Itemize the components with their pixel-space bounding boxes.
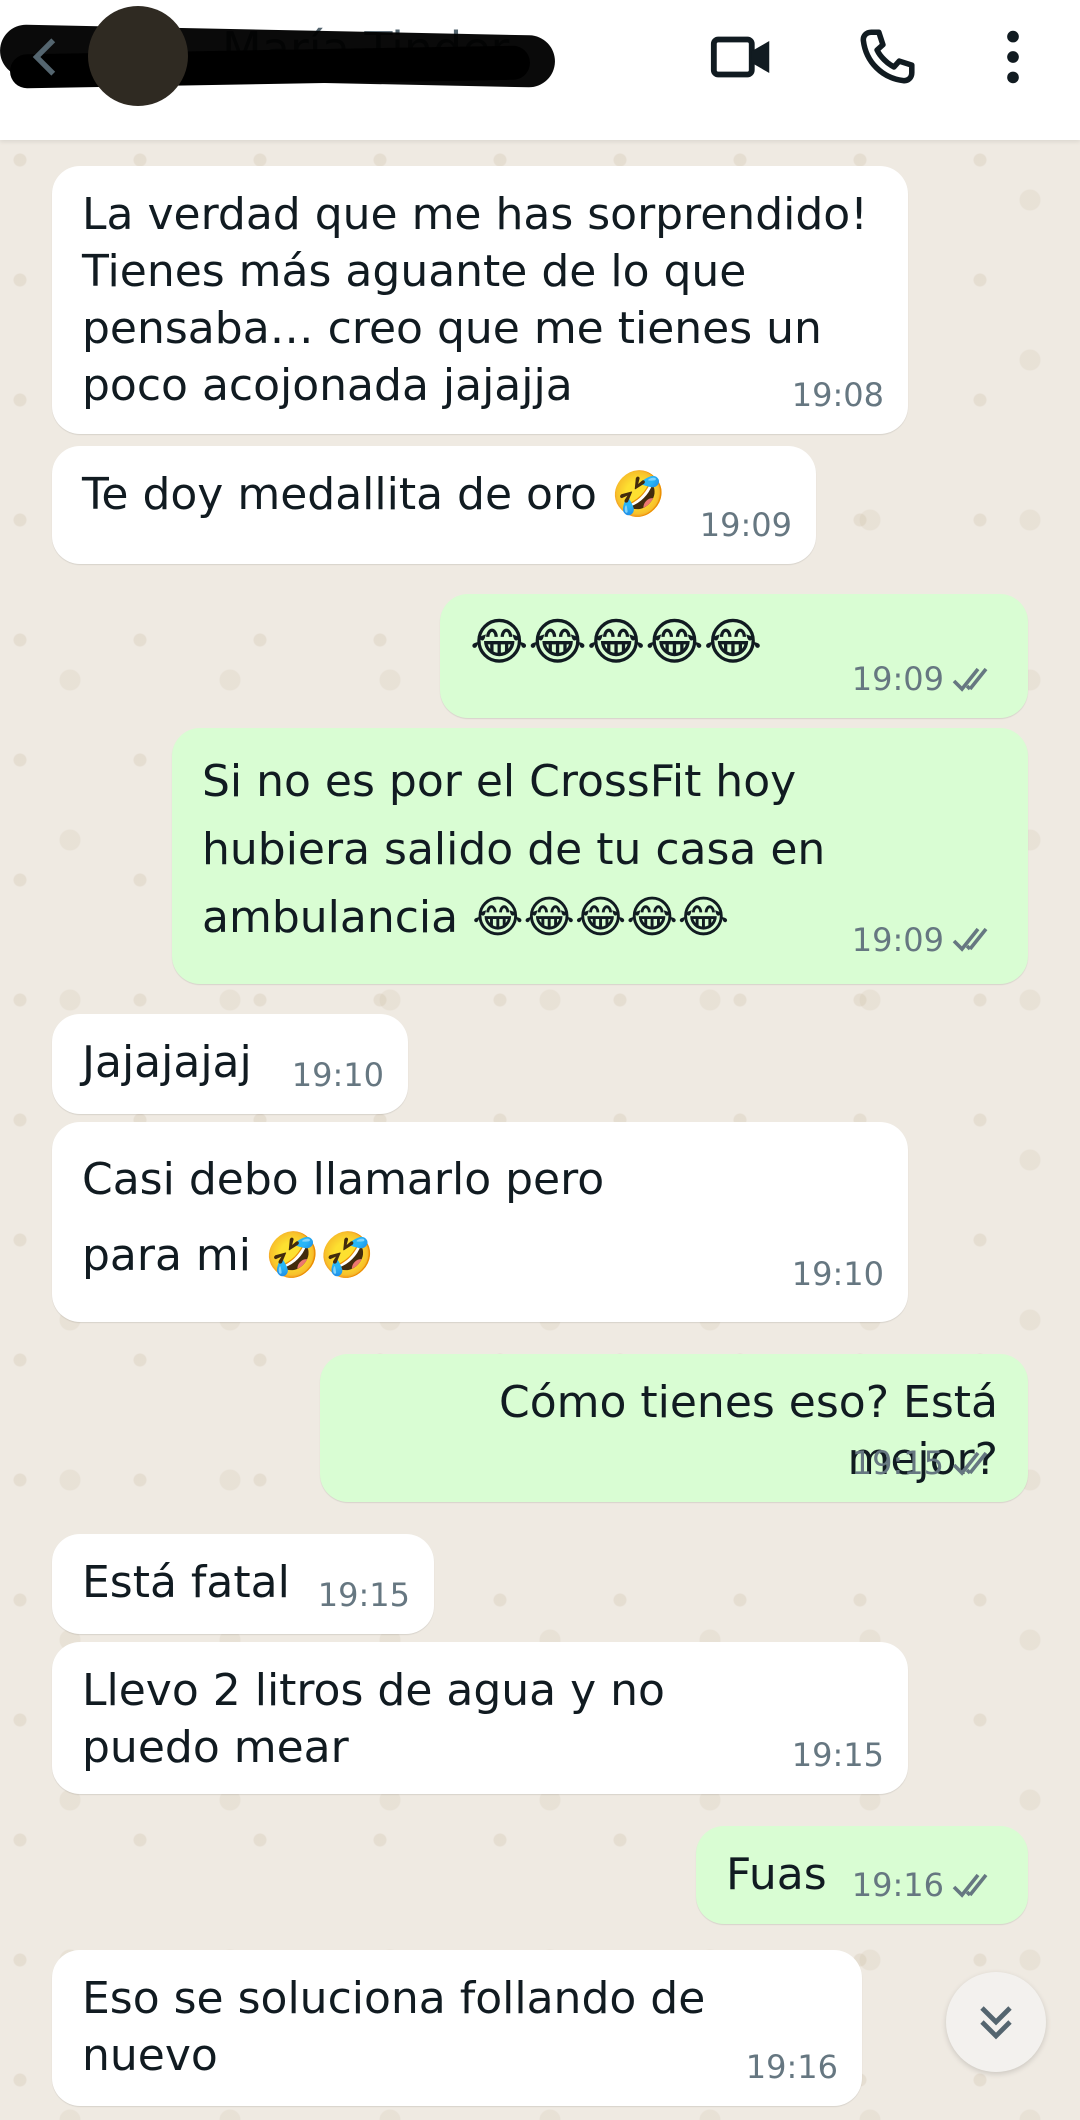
avatar[interactable] <box>88 6 188 106</box>
voice-call-icon[interactable] <box>852 22 922 92</box>
message-bubble-incoming[interactable]: La verdad que me has sorprendido! Tienes… <box>52 166 908 434</box>
double-chevron-down-icon <box>980 2006 1012 2040</box>
message-bubble-incoming[interactable]: Casi debo llamarlo pero para mi 🤣🤣 19:10 <box>52 1122 908 1322</box>
message-bubble-incoming[interactable]: Eso se soluciona follando de nuevo 19:16 <box>52 1950 862 2106</box>
more-options-icon[interactable] <box>978 22 1048 92</box>
back-arrow-icon[interactable] <box>22 32 72 82</box>
message-bubble-incoming[interactable]: Llevo 2 litros de agua y no puedo mear 1… <box>52 1642 908 1794</box>
message-bubble-incoming[interactable]: Te doy medallita de oro 🤣 19:09 <box>52 446 816 564</box>
scroll-to-bottom-button[interactable] <box>946 1972 1046 2072</box>
message-time: 19:10 <box>291 1056 384 1094</box>
message-time: 19:15 <box>317 1576 410 1614</box>
message-time: 19:09 <box>851 660 944 698</box>
message-time: 19:16 <box>851 1866 944 1904</box>
message-time: 19:10 <box>791 1255 884 1293</box>
message-bubble-outgoing[interactable]: Si no es por el CrossFit hoy hubiera sal… <box>172 728 1028 984</box>
message-time: 19:15 <box>851 1444 944 1482</box>
message-bubble-incoming[interactable]: Está fatal 19:15 <box>52 1534 434 1634</box>
message-bubble-outgoing[interactable]: Cómo tienes eso? Está mejor? 19:15 <box>320 1354 1028 1502</box>
read-ticks-icon <box>952 1873 988 1898</box>
chat-header: María Tinder <box>0 0 1080 140</box>
read-ticks-icon <box>952 927 988 952</box>
read-ticks-icon <box>952 667 988 692</box>
message-time: 19:08 <box>791 376 884 414</box>
read-ticks-icon <box>952 1451 988 1476</box>
message-bubble-incoming[interactable]: Jajajajaj 19:10 <box>52 1014 408 1114</box>
message-text: Casi debo llamarlo pero para mi 🤣🤣 <box>82 1154 619 1281</box>
message-bubble-outgoing[interactable]: 😂😂😂😂😂 19:09 <box>440 594 1028 718</box>
message-text: Eso se soluciona follando de nuevo <box>82 1973 720 2081</box>
message-text: Llevo 2 litros de agua y no puedo mear <box>82 1665 679 1773</box>
message-text: La verdad que me has sorprendido! Tienes… <box>82 189 882 411</box>
message-time: 19:09 <box>699 506 792 544</box>
message-text: Te doy medallita de oro 🤣 <box>82 469 666 520</box>
message-time: 19:09 <box>851 921 944 959</box>
message-time: 19:16 <box>745 2048 838 2086</box>
video-call-icon[interactable] <box>708 22 778 92</box>
message-bubble-outgoing[interactable]: Fuas 19:16 <box>696 1826 1028 1924</box>
message-time: 19:15 <box>791 1736 884 1774</box>
